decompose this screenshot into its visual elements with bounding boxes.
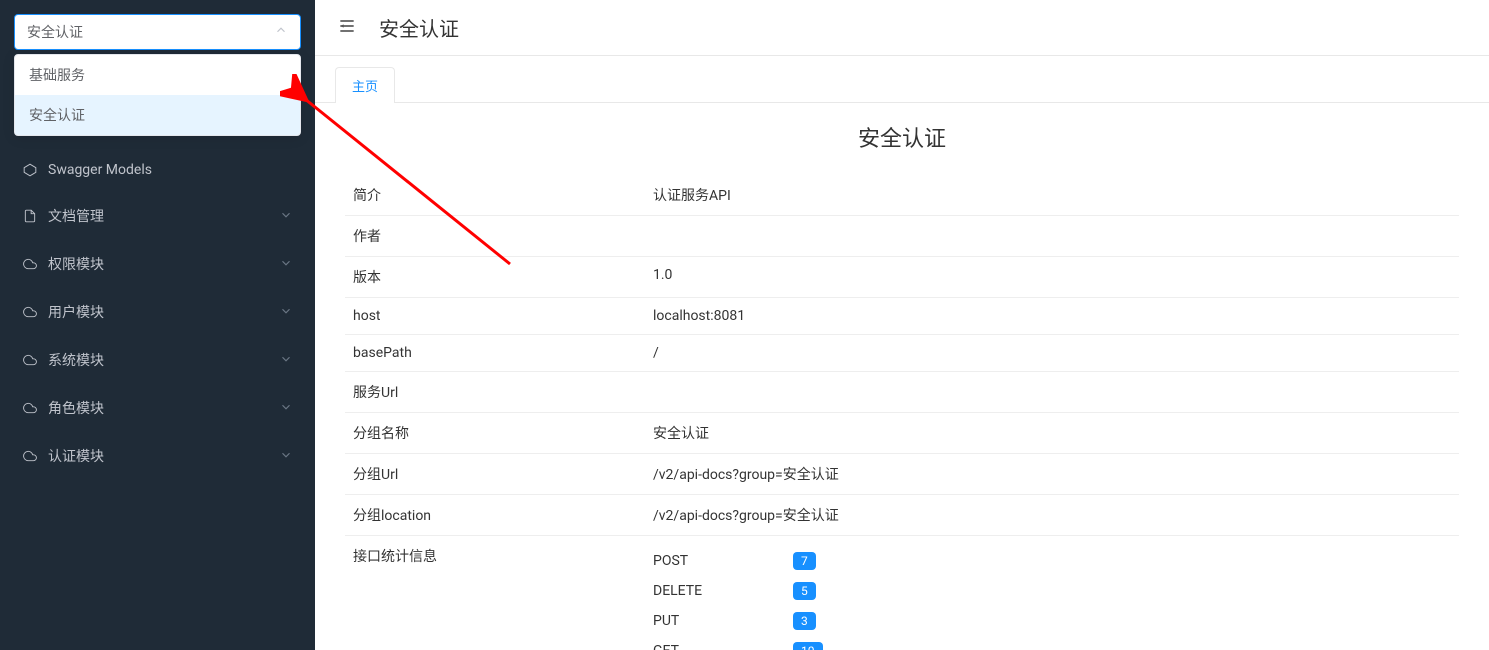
- sidebar-item-auth[interactable]: 认证模块: [0, 432, 315, 480]
- cloud-icon: [22, 352, 38, 368]
- cloud-icon: [22, 304, 38, 320]
- group-select-value: 安全认证: [27, 22, 274, 42]
- info-row-basepath: basePath /: [345, 335, 1459, 372]
- info-row-version: 版本 1.0: [345, 257, 1459, 298]
- models-icon: [22, 162, 38, 178]
- main-title: 安全认证: [345, 121, 1459, 153]
- info-label: basePath: [345, 335, 645, 371]
- stat-row-delete: DELETE 5: [653, 576, 1451, 606]
- info-row-intro: 简介 认证服务API: [345, 175, 1459, 216]
- stat-row-get: GET 10: [653, 636, 1451, 650]
- sidebar-item-role[interactable]: 角色模块: [0, 384, 315, 432]
- stat-name: POST: [653, 553, 793, 569]
- info-label: 分组Url: [345, 454, 645, 494]
- sidebar-item-swagger-models[interactable]: Swagger Models: [0, 148, 315, 192]
- sidebar-item-system[interactable]: 系统模块: [0, 336, 315, 384]
- stat-row-post: POST 7: [653, 546, 1451, 576]
- main-panel: 安全认证 简介 认证服务API 作者 版本 1.0 host localhost…: [315, 103, 1489, 650]
- sidebar-item-user[interactable]: 用户模块: [0, 288, 315, 336]
- sidebar-item-label: 系统模块: [48, 350, 279, 370]
- menu-collapse-icon[interactable]: [337, 16, 357, 40]
- group-select-dropdown: 基础服务 安全认证: [14, 54, 301, 136]
- info-label: 服务Url: [345, 372, 645, 412]
- info-row-groupurl: 分组Url /v2/api-docs?group=安全认证: [345, 454, 1459, 495]
- dropdown-option-0[interactable]: 基础服务: [15, 55, 300, 95]
- chevron-down-icon: [279, 304, 293, 321]
- sidebar-item-label: 认证模块: [48, 446, 279, 466]
- stat-badge: 7: [793, 552, 816, 570]
- sidebar-item-label: 角色模块: [48, 398, 279, 418]
- chevron-down-icon: [279, 352, 293, 369]
- info-value: /: [645, 335, 1459, 371]
- cloud-icon: [22, 256, 38, 272]
- tabs: 主页: [315, 56, 1489, 103]
- sidebar-item-label: Swagger Models: [48, 162, 293, 178]
- stat-name: GET: [653, 643, 793, 650]
- sidebar-menu: Swagger Models 文档管理 权限模块: [0, 148, 315, 480]
- info-label: 分组名称: [345, 413, 645, 453]
- info-label: 作者: [345, 216, 645, 256]
- info-row-serviceurl: 服务Url: [345, 372, 1459, 413]
- stat-row-put: PUT 3: [653, 606, 1451, 636]
- chevron-down-icon: [279, 208, 293, 225]
- info-value: /v2/api-docs?group=安全认证: [645, 454, 1459, 494]
- info-label: 分组location: [345, 495, 645, 535]
- sidebar: 安全认证 基础服务 安全认证 Swagger Models: [0, 0, 315, 650]
- sidebar-item-permission[interactable]: 权限模块: [0, 240, 315, 288]
- content-area: 安全认证 主页 安全认证 简介 认证服务API 作者 版本 1.0: [315, 0, 1489, 650]
- info-row-stats: 接口统计信息 POST 7 DELETE 5 PUT 3: [345, 536, 1459, 650]
- info-table: 简介 认证服务API 作者 版本 1.0 host localhost:8081…: [345, 175, 1459, 650]
- stat-badge: 3: [793, 612, 816, 630]
- chevron-down-icon: [279, 256, 293, 273]
- info-row-groupname: 分组名称 安全认证: [345, 413, 1459, 454]
- chevron-down-icon: [279, 448, 293, 465]
- group-select[interactable]: 安全认证: [14, 14, 301, 50]
- info-value: [645, 372, 1459, 412]
- info-value: /v2/api-docs?group=安全认证: [645, 495, 1459, 535]
- stats-list: POST 7 DELETE 5 PUT 3 GET: [645, 536, 1459, 650]
- info-value: 安全认证: [645, 413, 1459, 453]
- sidebar-item-label: 文档管理: [48, 206, 279, 226]
- cloud-icon: [22, 448, 38, 464]
- topbar: 安全认证: [315, 0, 1489, 56]
- info-value: localhost:8081: [645, 298, 1459, 334]
- sidebar-item-label: 权限模块: [48, 254, 279, 274]
- cloud-icon: [22, 400, 38, 416]
- stat-name: DELETE: [653, 583, 793, 599]
- stat-name: PUT: [653, 613, 793, 629]
- page-title: 安全认证: [379, 13, 459, 42]
- info-row-author: 作者: [345, 216, 1459, 257]
- info-value: 认证服务API: [645, 175, 1459, 215]
- doc-icon: [22, 208, 38, 224]
- chevron-up-icon: [274, 23, 288, 41]
- info-row-host: host localhost:8081: [345, 298, 1459, 335]
- info-label: 版本: [345, 257, 645, 297]
- sidebar-item-doc-manage[interactable]: 文档管理: [0, 192, 315, 240]
- tab-home[interactable]: 主页: [335, 67, 395, 103]
- info-label: 接口统计信息: [345, 536, 645, 650]
- info-value: 1.0: [645, 257, 1459, 297]
- info-label: host: [345, 298, 645, 334]
- info-row-grouplocation: 分组location /v2/api-docs?group=安全认证: [345, 495, 1459, 536]
- dropdown-option-1[interactable]: 安全认证: [15, 95, 300, 135]
- stat-badge: 5: [793, 582, 816, 600]
- chevron-down-icon: [279, 400, 293, 417]
- sidebar-item-label: 用户模块: [48, 302, 279, 322]
- info-value: [645, 216, 1459, 256]
- stat-badge: 10: [793, 642, 823, 650]
- info-label: 简介: [345, 175, 645, 215]
